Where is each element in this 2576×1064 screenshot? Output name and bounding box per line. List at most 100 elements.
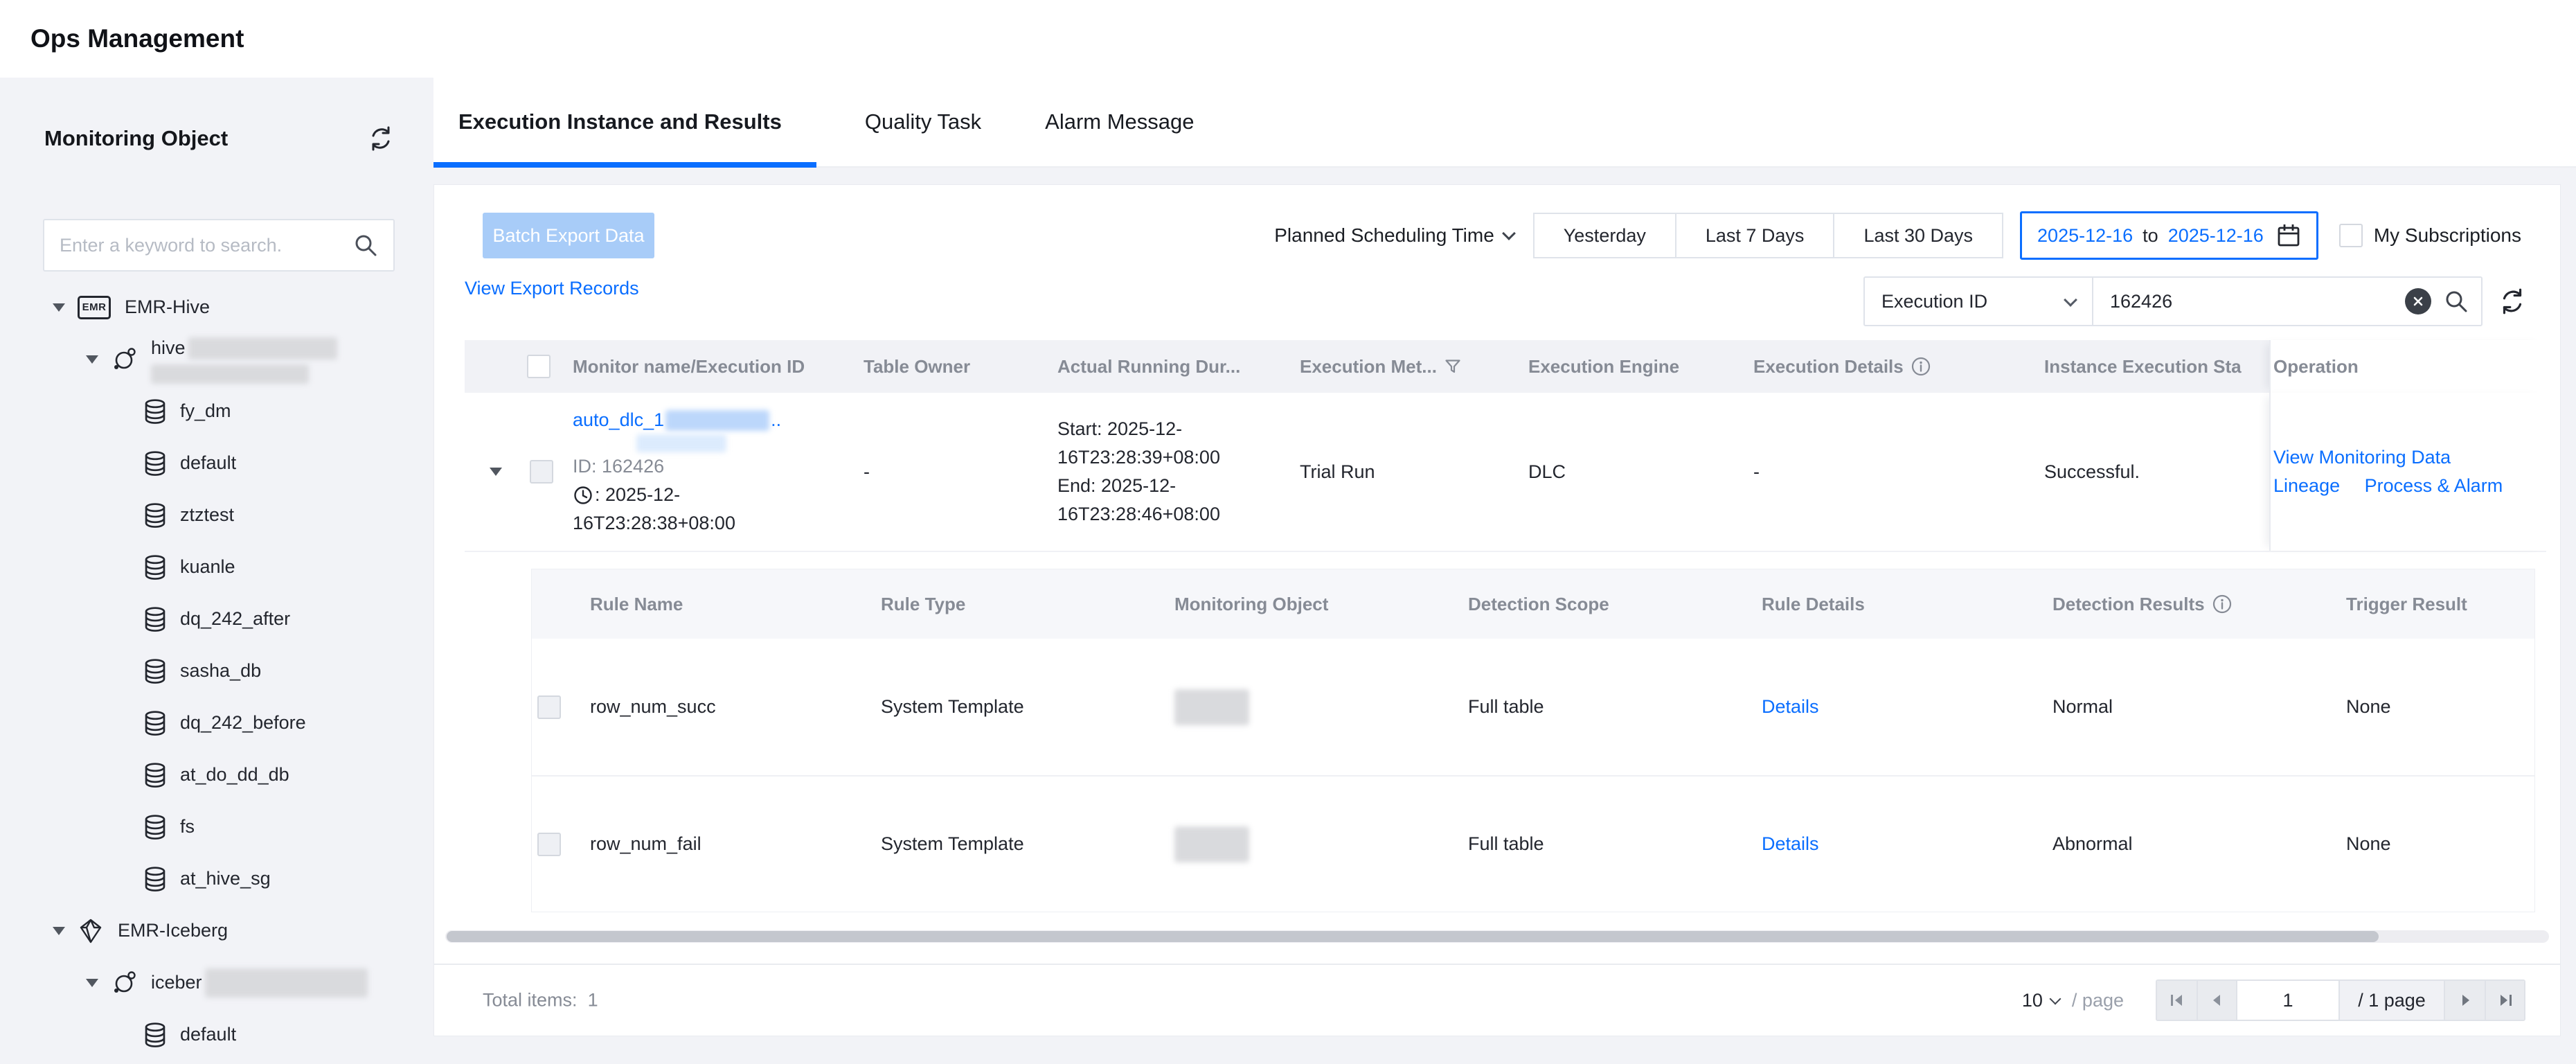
range-yesterday-button[interactable]: Yesterday [1533, 213, 1676, 258]
tree-item-db-sasha_db[interactable]: sasha_db [0, 645, 433, 697]
global-header: Ops Management [0, 0, 2576, 78]
tree-item-db-dq_242_before[interactable]: dq_242_before [0, 697, 433, 749]
per-page-label: / page [2072, 990, 2124, 1011]
redacted-text [1174, 689, 1249, 725]
tree-item-label: EMR-Iceberg [118, 920, 228, 941]
range-last-7-days-button[interactable]: Last 7 Days [1676, 213, 1835, 258]
caret-down-icon[interactable] [53, 927, 65, 935]
next-page-button[interactable] [2445, 981, 2485, 1020]
page-size-select[interactable]: 10 [2022, 990, 2059, 1011]
calendar-icon[interactable] [2276, 223, 2301, 248]
search-combo: Execution ID [1863, 276, 2483, 326]
rule-type: System Template [881, 777, 1174, 912]
col-trigger-result: Trigger Result [2346, 569, 2536, 639]
process-and-alarm-link[interactable]: Process & Alarm [2365, 475, 2503, 496]
clock-icon [573, 485, 593, 506]
database-icon [144, 451, 166, 476]
caret-down-icon[interactable] [86, 355, 98, 364]
col-detection-results: Detection Results [2052, 569, 2346, 639]
tab-quality-task[interactable]: Quality Task [850, 78, 996, 166]
clear-input-icon[interactable] [2405, 288, 2431, 314]
info-icon[interactable] [2212, 594, 2233, 614]
monitor-name-link[interactable]: auto_dlc_1 [573, 406, 664, 434]
search-icon[interactable] [2444, 289, 2469, 314]
tab-alarm-message[interactable]: Alarm Message [1030, 78, 1209, 166]
caret-down-icon[interactable] [86, 979, 98, 987]
rule-checkbox[interactable] [537, 695, 561, 719]
tree-item-db-at_do_dd_db[interactable]: at_do_dd_db [0, 749, 433, 801]
tree-item-emr-hive[interactable]: EMR EMR-Hive [0, 281, 433, 333]
tree-item-db-ztztest[interactable]: ztztest [0, 489, 433, 541]
caret-down-icon[interactable] [53, 303, 65, 312]
tree-item-db-kuanle[interactable]: kuanle [0, 541, 433, 593]
select-all-checkbox[interactable] [527, 355, 551, 378]
row-expander-icon[interactable] [490, 468, 502, 476]
tree-item-db-at_hive_sg[interactable]: at_hive_sg [0, 853, 433, 905]
col-table-owner: Table Owner [864, 340, 1057, 393]
tree-item-label: kuanle [180, 556, 235, 578]
current-page-input[interactable]: 1 [2236, 981, 2338, 1020]
tree-item-emr-iceberg[interactable]: EMR-Iceberg [0, 905, 433, 957]
my-subscriptions-toggle[interactable]: My Subscriptions [2339, 224, 2521, 247]
tree-item-label: fs [180, 816, 195, 837]
tab-execution-instance-and-results[interactable]: Execution Instance and Results [433, 78, 816, 166]
filter-funnel-icon[interactable] [1444, 357, 1462, 375]
refresh-tree-icon[interactable] [367, 125, 395, 152]
tree-item-label: ztztest [180, 504, 234, 526]
tree-item-db-dq_242_after[interactable]: dq_242_after [0, 593, 433, 645]
table-header-row: Monitor name/Execution ID Table Owner Ac… [465, 340, 2546, 393]
batch-export-data-button[interactable]: Batch Export Data [483, 213, 654, 258]
quick-range-group: Yesterday Last 7 Days Last 30 Days [1533, 213, 2003, 258]
running-duration-cell: Start: 2025-12- 16T23:28:39+08:00 End: 2… [1057, 393, 1300, 551]
rule-details-link[interactable]: Details [1762, 696, 1819, 718]
tree-search-input[interactable] [60, 235, 353, 256]
tree-item-db-fs[interactable]: fs [0, 801, 433, 853]
last-page-button[interactable] [2485, 981, 2524, 1020]
database-icon [144, 763, 166, 788]
col-execution-engine: Execution Engine [1528, 340, 1753, 393]
lineage-link[interactable]: Lineage [2273, 475, 2340, 496]
rule-monitoring-object [1174, 639, 1468, 775]
search-value-input[interactable] [2110, 291, 2405, 312]
first-page-button[interactable] [2157, 981, 2197, 1020]
tree-item-label: sasha_db [180, 660, 261, 682]
tree-item-iceberg-cluster[interactable]: iceber [0, 957, 433, 1009]
database-icon [144, 399, 166, 424]
detection-result: Normal [2052, 639, 2346, 775]
row-checkbox[interactable] [530, 460, 553, 484]
rules-header-row: Rule Name Rule Type Monitoring Object De… [532, 569, 2534, 639]
view-export-records-link[interactable]: View Export Records [465, 278, 639, 299]
tree-item-db-default[interactable]: default [0, 437, 433, 489]
execution-engine-cell: DLC [1528, 393, 1753, 551]
date-from[interactable]: 2025-12-16 [2037, 225, 2133, 247]
col-execution-details: Execution Details [1753, 340, 2044, 393]
tree-item-db-default-2[interactable]: default [0, 1009, 433, 1061]
search-field-select[interactable]: Execution ID [1865, 278, 2093, 325]
time-filter-dropdown[interactable]: Planned Scheduling Time [1274, 224, 1514, 247]
horizontal-scrollbar-thumb[interactable] [447, 931, 2379, 942]
total-items: Total items: 1 [483, 990, 598, 1011]
date-range-picker[interactable]: 2025-12-16 to 2025-12-16 [2020, 211, 2318, 260]
tree-item-db-fy_dm[interactable]: fy_dm [0, 385, 433, 437]
horizontal-scrollbar-track[interactable] [445, 930, 2549, 943]
rule-details-link-cell: Details [1762, 777, 2052, 912]
rule-details-link[interactable]: Details [1762, 833, 1819, 855]
tree-item-emr-starrocks[interactable]: EMR EMR-StarRocks [0, 1061, 433, 1064]
filter-row: Planned Scheduling Time Yesterday Last 7… [1274, 213, 2521, 258]
col-rule-name: Rule Name [590, 569, 881, 639]
tree-search-box[interactable] [43, 219, 395, 272]
info-icon[interactable] [1911, 356, 1931, 377]
search-row: Execution ID [1863, 276, 2527, 326]
previous-page-button[interactable] [2197, 981, 2236, 1020]
page-title: Ops Management [30, 24, 244, 53]
detection-result: Abnormal [2052, 777, 2346, 912]
rule-checkbox[interactable] [537, 833, 561, 856]
range-last-30-days-button[interactable]: Last 30 Days [1834, 213, 2003, 258]
refresh-table-icon[interactable] [2498, 287, 2527, 316]
search-icon[interactable] [353, 233, 378, 258]
my-subscriptions-checkbox[interactable] [2339, 224, 2363, 247]
view-monitoring-data-link[interactable]: View Monitoring Data [2273, 447, 2451, 468]
pagination: 1 / 1 page [2156, 979, 2525, 1021]
tree-item-hive-cluster[interactable]: hive [0, 333, 433, 385]
date-to[interactable]: 2025-12-16 [2168, 225, 2264, 247]
